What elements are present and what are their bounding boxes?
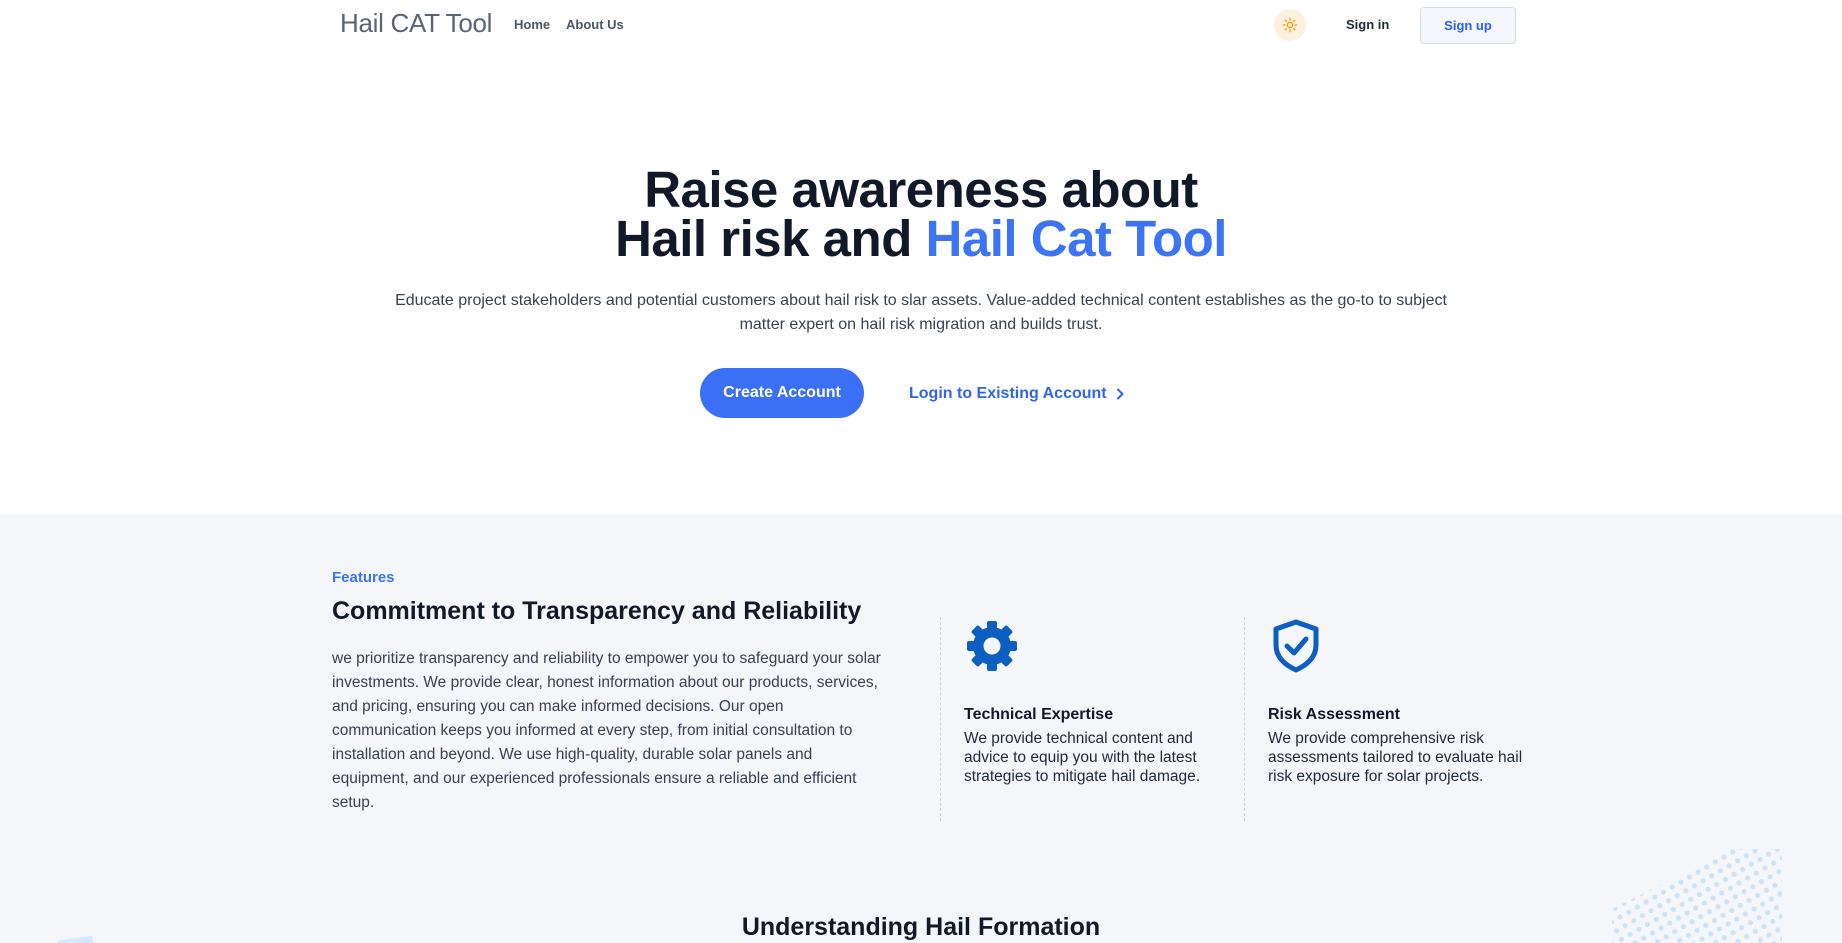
features-section: Features Commitment to Transparency and …: [0, 514, 1842, 943]
features-body: we prioritize transparency and reliabili…: [332, 650, 881, 811]
sign-in-link[interactable]: Sign in: [1346, 17, 1389, 32]
nav-link-about-us[interactable]: About Us: [566, 17, 624, 32]
login-existing-account-link[interactable]: Login to Existing Account: [909, 385, 1125, 403]
features-eyebrow: Features: [332, 569, 395, 586]
feature-card-risk-assessment: Risk Assessment We provide comprehensive…: [1268, 618, 1528, 786]
hero-title-line2: Hail risk and: [615, 210, 926, 267]
feature-card-technical-expertise: Technical Expertise We provide technical…: [964, 618, 1224, 786]
hero-title: Raise awareness about Hail risk and Hail…: [0, 164, 1842, 264]
login-link-label: Login to Existing Account: [909, 385, 1107, 402]
card-text: We provide technical content and advice …: [964, 730, 1201, 785]
create-account-button[interactable]: Create Account: [700, 368, 864, 418]
hero-description: Educate project stakeholders and potenti…: [395, 292, 1447, 333]
brand-logo-text[interactable]: Hail CAT Tool: [340, 8, 492, 39]
card-divider: [940, 617, 941, 821]
card-title: Technical Expertise: [964, 706, 1114, 723]
features-title: Commitment to Transparency and Reliabili…: [332, 597, 862, 625]
section-title-hail-formation: Understanding Hail Formation: [741, 913, 1101, 941]
nav-link-home[interactable]: Home: [514, 17, 550, 32]
card-divider: [1244, 617, 1245, 821]
shield-check-icon: [1273, 619, 1319, 673]
theme-toggle-button[interactable]: [1274, 9, 1306, 41]
top-navbar: Hail CAT Tool Home About Us Sign in Sign…: [0, 0, 1842, 50]
gear-icon: [967, 621, 1017, 671]
hero-title-accent: Hail Cat Tool: [925, 210, 1228, 267]
sun-icon: [1282, 17, 1298, 33]
card-title: Risk Assessment: [1268, 706, 1400, 723]
chevron-right-icon: [1116, 388, 1124, 400]
card-text: We provide comprehensive risk assessment…: [1268, 730, 1523, 785]
sign-up-button[interactable]: Sign up: [1420, 7, 1516, 44]
